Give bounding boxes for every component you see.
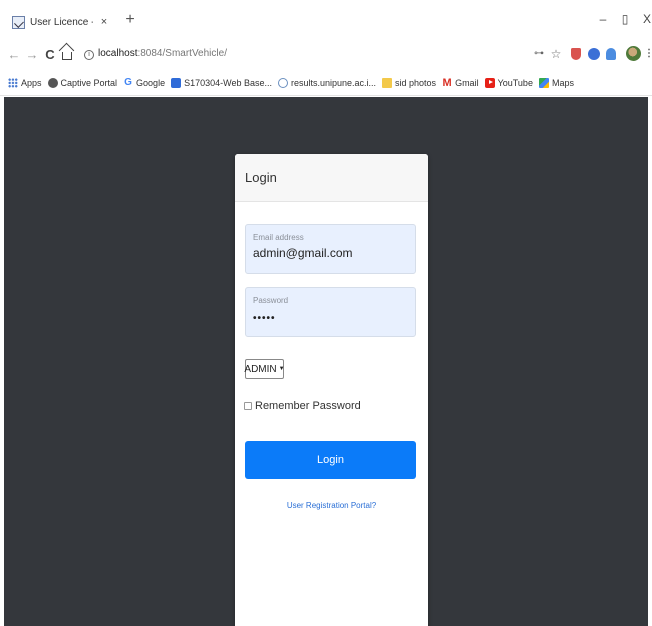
bookmark-label: Gmail [455,77,479,88]
bookmark-label: sid photos [395,77,437,88]
tab-close-icon[interactable]: × [98,16,110,28]
maps-icon [538,77,549,88]
key-icon[interactable]: ⊶ [533,48,545,60]
password-value[interactable]: ••••• [253,313,408,324]
bookmark-label: Captive Portal [60,77,118,88]
email-value[interactable]: admin@gmail.com [253,246,408,260]
role-select[interactable]: ADMIN ▼ [244,359,285,379]
browser-window: User Licence - Login × + – ▯ X ← → C i l… [0,0,652,626]
back-button[interactable]: ← [6,46,22,64]
email-field[interactable]: Email address admin@gmail.com [245,224,416,274]
apps-icon [8,77,18,88]
google-icon: G [124,76,132,88]
reload-button[interactable]: C [42,46,58,64]
portal-icon [47,77,58,88]
forward-button[interactable]: → [24,46,40,64]
bookmark-web-base[interactable]: S170304-Web Base... [171,77,272,88]
login-button[interactable]: Login [245,441,416,479]
bookmark-label: Apps [21,77,42,88]
bookmark-results[interactable]: results.unipune.ac.i... [277,77,377,88]
address-bar[interactable]: localhost:8084/SmartVehicle/ [98,48,227,59]
password-label: Password [253,296,289,305]
page-content: Login Email address admin@gmail.com Pass… [4,97,648,626]
bookmark-captive-portal[interactable]: Captive Portal [47,77,118,88]
login-card-header: Login [235,154,428,202]
url-path: :8084/SmartVehicle/ [137,48,227,59]
login-card: Login Email address admin@gmail.com Pass… [235,154,428,626]
doc-icon [171,77,182,88]
folder-icon [382,77,393,88]
tab-strip: User Licence - Login × + – ▯ X [0,0,652,40]
password-field[interactable]: Password ••••• [245,287,416,337]
profile-avatar-icon[interactable] [626,46,641,61]
bookmark-apps[interactable]: Apps [8,77,42,88]
new-tab-button[interactable]: + [121,10,139,30]
bookmark-sid-photos[interactable]: sid photos [382,77,437,88]
extension-icon[interactable] [588,48,600,60]
tab-login[interactable]: User Licence - Login × [8,8,110,36]
bookmark-star-icon[interactable]: ☆ [550,48,562,60]
chevron-down-icon: ▼ [278,366,285,372]
bookmark-label: Maps [551,77,574,88]
url-host: localhost [98,48,138,59]
home-icon [62,52,72,60]
remember-label: Remember Password [255,400,361,412]
bookmark-label: results.unipune.ac.i... [290,77,377,88]
tab-title: User Licence - Login [30,16,93,28]
browser-menu-icon[interactable]: ⋮ [643,48,652,60]
bookmark-label: YouTube [497,77,533,88]
minimize-button[interactable]: – [594,10,612,28]
bookmark-gmail[interactable]: M Gmail [442,76,479,89]
remember-checkbox[interactable] [244,402,252,410]
remember-password-row[interactable]: Remember Password [244,400,361,412]
shield-extension-icon[interactable] [571,48,581,60]
registration-link[interactable]: User Registration Portal? [235,501,428,510]
bookmark-google[interactable]: G Google [123,76,166,88]
favicon-icon [12,15,25,29]
role-selected-value: ADMIN [244,363,277,375]
close-window-button[interactable]: X [638,10,652,28]
maximize-button[interactable]: ▯ [616,10,634,28]
email-label: Email address [253,233,304,242]
browser-toolbar: ← → C i localhost:8084/SmartVehicle/ ⊶ ☆… [0,40,652,70]
site-info-icon[interactable]: i [84,50,94,60]
youtube-icon [484,77,495,88]
bookmark-youtube[interactable]: YouTube [484,77,533,88]
bookmark-label: Google [136,77,166,88]
home-button[interactable] [60,46,74,64]
bookmarks-bar: Apps Captive Portal G Google S170304-Web … [0,70,652,96]
globe-icon [277,77,288,88]
bookmark-maps[interactable]: Maps [538,77,574,88]
gmail-icon: M [442,76,452,89]
ghost-extension-icon[interactable] [606,48,616,60]
bookmark-label: S170304-Web Base... [184,77,272,88]
